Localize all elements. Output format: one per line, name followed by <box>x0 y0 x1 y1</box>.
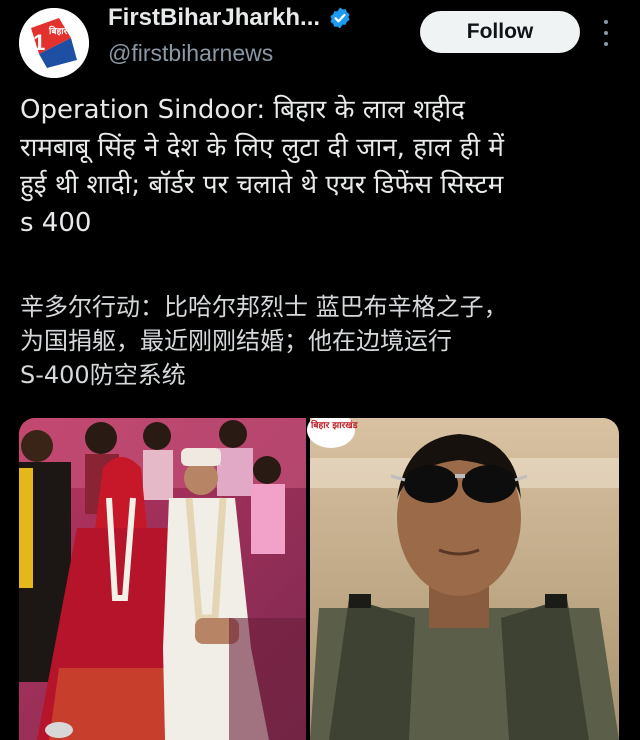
tweet-text: Operation Sindoor: बिहार के लाल शहीद राम… <box>20 95 504 238</box>
tweet-media[interactable]: बिहार झारखंड <box>19 418 619 740</box>
soldier-portrait[interactable]: बिहार झारखंड <box>307 418 619 740</box>
svg-text:1: 1 <box>33 30 45 55</box>
follow-button[interactable]: Follow <box>420 11 580 53</box>
more-vertical-icon[interactable] <box>600 20 612 46</box>
account-display-name[interactable]: FirstBiharJharkh... <box>108 4 320 32</box>
account-avatar[interactable]: 1 बिहार झारखंड <box>19 8 89 78</box>
tweet-header: 1 बिहार झारखंड FirstBiharJharkh... @firs… <box>0 0 640 88</box>
account-handle[interactable]: @firstbiharnews <box>108 40 273 67</box>
svg-text:बिहार झारखंड: बिहार झारखंड <box>310 419 359 431</box>
wedding-photo[interactable] <box>19 418 306 740</box>
name-row: FirstBiharJharkh... <box>108 4 352 32</box>
svg-text:बिहार झारखंड: बिहार झारखंड <box>48 25 89 37</box>
tweet-translation: 辛多尔行动：比哈尔邦烈士 蓝巴布辛格之子， 为国捐躯，最近刚刚结婚；他在边境运行… <box>20 293 508 389</box>
verified-badge-icon <box>330 7 350 29</box>
firstbihar-logo-icon: 1 बिहार झारखंड <box>19 8 89 78</box>
